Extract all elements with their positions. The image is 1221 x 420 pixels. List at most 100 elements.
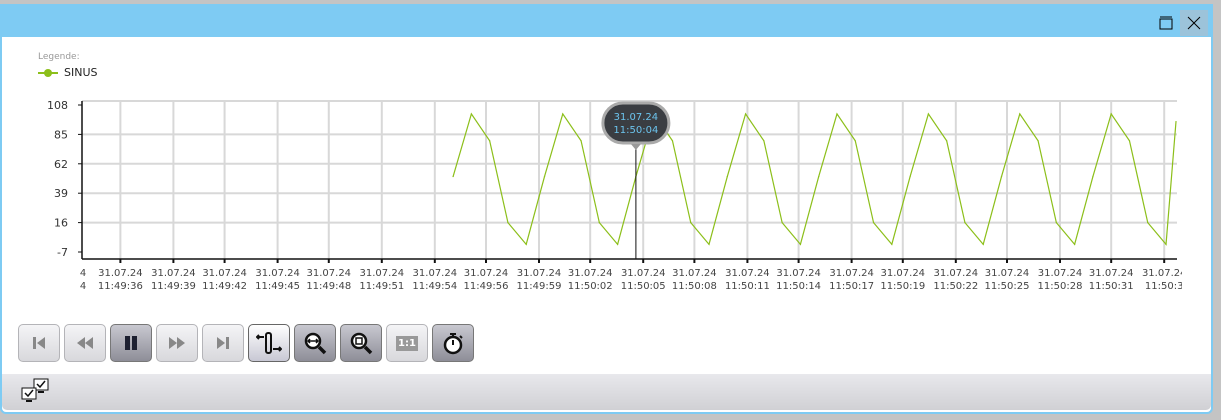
x-tick-time: 11:50:02 bbox=[568, 281, 613, 292]
ruler-button[interactable] bbox=[248, 324, 290, 362]
x-tick-date: 31.07.24 bbox=[202, 268, 247, 279]
x-tick-date: 31.07.24 bbox=[672, 268, 717, 279]
x-tick-time: 11:49:54 bbox=[412, 281, 457, 292]
x-tick-time: 11:49:48 bbox=[306, 281, 351, 292]
zoom-time-icon bbox=[303, 331, 327, 355]
stopwatch-button[interactable] bbox=[432, 324, 474, 362]
data-point bbox=[544, 176, 545, 177]
data-point bbox=[1175, 121, 1176, 122]
data-point bbox=[1037, 140, 1038, 141]
x-tick-date: 31.07.24 bbox=[360, 268, 405, 279]
close-icon[interactable] bbox=[1180, 10, 1208, 36]
trend-window: Legende: SINUS 10885623916-731.07.2411:4… bbox=[0, 4, 1213, 414]
first-icon bbox=[31, 335, 47, 351]
y-tick-label: -7 bbox=[57, 246, 68, 259]
data-point bbox=[964, 222, 965, 223]
original-size-button[interactable]: 1:1 bbox=[386, 324, 428, 362]
x-tick-date: 31.07.24 bbox=[568, 268, 613, 279]
data-point bbox=[782, 222, 783, 223]
data-point bbox=[690, 222, 691, 223]
x-tick-date: 31.07.24 bbox=[1089, 268, 1134, 279]
x-tick-date: 31.07.24 bbox=[985, 268, 1030, 279]
pause-icon bbox=[123, 335, 139, 351]
data-point bbox=[617, 244, 618, 245]
x-tick-time: 11:49:39 bbox=[151, 281, 196, 292]
zoom-time-axis-button[interactable] bbox=[294, 324, 336, 362]
maximize-icon[interactable] bbox=[1152, 10, 1180, 36]
first-button[interactable] bbox=[18, 324, 60, 362]
data-point bbox=[471, 113, 472, 114]
x-tick-time: 11:50:05 bbox=[621, 281, 666, 292]
legend-title: Legende: bbox=[38, 52, 80, 62]
rewind-button[interactable] bbox=[64, 324, 106, 362]
connection-status-icon[interactable] bbox=[20, 378, 60, 408]
trend-toolbar: 1:1 bbox=[18, 324, 474, 362]
x-tick-time: 11:49:51 bbox=[359, 281, 404, 292]
x-tick-time: 11:49:56 bbox=[464, 281, 509, 292]
x-tick-date: 31.07.24 bbox=[413, 268, 458, 279]
data-point bbox=[763, 140, 764, 141]
pause-button[interactable] bbox=[110, 324, 152, 362]
x-tick-time: 11:50:3 bbox=[1145, 281, 1182, 292]
x-tick-time: 11:50:31 bbox=[1089, 281, 1134, 292]
zoom-area-button[interactable] bbox=[340, 324, 382, 362]
data-point bbox=[708, 244, 709, 245]
data-point bbox=[1019, 113, 1020, 114]
cursor-date: 31.07.24 bbox=[614, 112, 659, 123]
data-point bbox=[836, 113, 837, 114]
data-point bbox=[489, 140, 490, 141]
x-tick-time: 11:50:19 bbox=[880, 281, 925, 292]
data-point bbox=[562, 113, 563, 114]
forward-button[interactable] bbox=[156, 324, 198, 362]
cursor-time: 11:50:04 bbox=[613, 125, 658, 136]
x-tick-time: 11:49:45 bbox=[255, 281, 300, 292]
x-tick-time: 11:49:36 bbox=[98, 281, 143, 292]
x-tick-date: 31.07.24 bbox=[517, 268, 562, 279]
data-point bbox=[727, 176, 728, 177]
x-tick-date: 31.07.24 bbox=[151, 268, 196, 279]
data-point bbox=[1111, 113, 1112, 114]
data-point bbox=[1147, 222, 1148, 223]
x-tick-date: 31.07.24 bbox=[307, 268, 352, 279]
data-point bbox=[1092, 176, 1093, 177]
x-tick-time: 11:50:25 bbox=[985, 281, 1030, 292]
data-point bbox=[452, 176, 453, 177]
trend-chart[interactable]: 10885623916-731.07.2411:49:3631.07.2411:… bbox=[2, 94, 1182, 294]
status-bar bbox=[2, 374, 1211, 410]
x-tick-time: 11:49:42 bbox=[202, 281, 247, 292]
one-to-one-icon: 1:1 bbox=[396, 336, 418, 351]
y-tick-label: 62 bbox=[54, 158, 68, 171]
x-tick-date: 31.07.24 bbox=[776, 268, 821, 279]
rewind-icon bbox=[75, 335, 95, 351]
data-point bbox=[855, 140, 856, 141]
data-point bbox=[599, 222, 600, 223]
data-point bbox=[526, 244, 527, 245]
data-point bbox=[1001, 176, 1002, 177]
x-tick-time: 11:50:28 bbox=[1038, 281, 1083, 292]
data-point bbox=[891, 244, 892, 245]
x-tick-date: 31.07.24 bbox=[829, 268, 874, 279]
x-tick-time: 11:50:08 bbox=[672, 281, 717, 292]
data-point bbox=[507, 222, 508, 223]
last-icon bbox=[215, 335, 231, 351]
y-tick-label: 108 bbox=[47, 99, 68, 112]
legend-marker-icon bbox=[38, 68, 58, 78]
data-point bbox=[928, 113, 929, 114]
x-tick-date: 31.07.24 bbox=[621, 268, 666, 279]
x-tick-time: 11:50:14 bbox=[776, 281, 821, 292]
data-point bbox=[910, 176, 911, 177]
x-tick-time: 11:49:59 bbox=[517, 281, 562, 292]
x-tick-time: 11:50:17 bbox=[829, 281, 874, 292]
legend-label: SINUS bbox=[64, 66, 98, 79]
x-tick-time: 11:50:11 bbox=[725, 281, 770, 292]
last-button[interactable] bbox=[202, 324, 244, 362]
data-point bbox=[580, 140, 581, 141]
legend-item: SINUS bbox=[38, 66, 98, 79]
data-point bbox=[873, 222, 874, 223]
zoom-area-icon bbox=[349, 331, 373, 355]
data-point bbox=[818, 176, 819, 177]
title-bar[interactable] bbox=[2, 4, 1213, 37]
data-point bbox=[1165, 244, 1166, 245]
x-tick-date: 31.07.24 bbox=[464, 268, 509, 279]
x-tick-date: 31.07.24 bbox=[725, 268, 770, 279]
